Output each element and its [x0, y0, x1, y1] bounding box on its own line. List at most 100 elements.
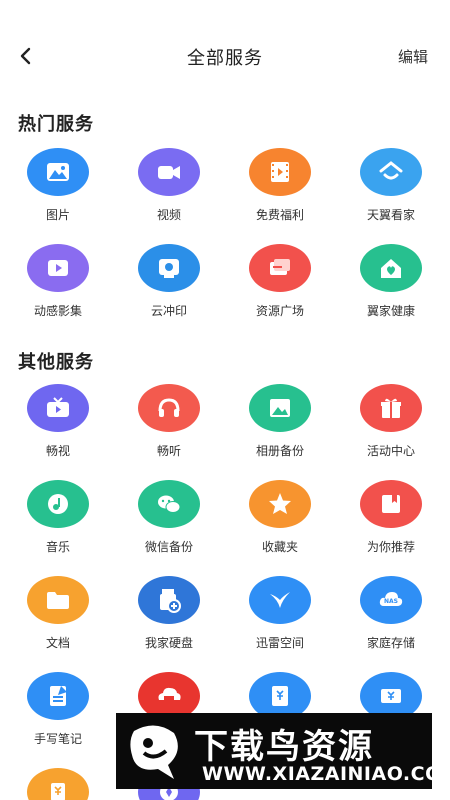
service-label: 文档 — [45, 636, 70, 650]
film-icon — [271, 162, 289, 182]
print-icon — [159, 259, 179, 278]
service-label: 相册备份 — [255, 444, 304, 458]
tv-icon — [47, 397, 69, 417]
service-label: 图片 — [45, 208, 70, 222]
service-icon-circle — [27, 384, 89, 432]
service-label: 音乐 — [45, 540, 70, 554]
service-icon-circle — [138, 576, 200, 624]
service-icon-circle — [249, 384, 311, 432]
service-item-home-camera-icon[interactable]: 天翼看家 — [335, 148, 447, 223]
service-icon-circle — [138, 148, 200, 196]
service-label: 活动中心 — [366, 444, 415, 458]
note-icon — [50, 686, 67, 706]
banner-url: WWW.XIAZAINIAO.COM — [202, 763, 450, 785]
service-item-film-icon[interactable]: 免费福利 — [224, 148, 336, 223]
service-icon-circle — [27, 148, 89, 196]
service-item-image-icon[interactable]: 图片 — [2, 148, 114, 223]
service-item-usb-drive-icon[interactable]: 我家硬盘 — [113, 576, 225, 651]
service-icon-circle — [27, 768, 89, 800]
service-item-nas-icon[interactable]: NAS 家庭存储 — [335, 576, 447, 651]
music-icon — [48, 494, 68, 514]
service-label: 迅雷空间 — [255, 636, 304, 650]
service-label: 手写笔记 — [33, 732, 82, 746]
service-item-headphones-icon[interactable]: 畅听 — [113, 384, 225, 459]
service-item-video-icon[interactable]: 视频 — [113, 148, 225, 223]
service-item-health-home-icon[interactable]: 翼家健康 — [335, 244, 447, 319]
service-label: 免费福利 — [255, 208, 304, 222]
service-item-tv-icon[interactable]: 畅视 — [2, 384, 114, 459]
service-item-photo-backup-icon[interactable]: 相册备份 — [224, 384, 336, 459]
wechat-icon — [158, 495, 181, 513]
service-icon-circle — [27, 244, 89, 292]
thunder-bird-icon — [270, 592, 290, 608]
service-item-gift-icon[interactable]: 活动中心 — [335, 384, 447, 459]
usb-drive-icon — [160, 589, 181, 613]
service-item-thunder-bird-icon[interactable]: 迅雷空间 — [224, 576, 336, 651]
service-item-album-video-icon[interactable]: 动感影集 — [2, 244, 114, 319]
service-item-coin-icon[interactable] — [2, 768, 114, 800]
service-label: 家庭存储 — [366, 636, 415, 650]
service-icon-circle — [360, 244, 422, 292]
service-label: 视频 — [156, 208, 181, 222]
ticket-icon — [381, 689, 401, 703]
service-label: 为你推荐 — [366, 540, 415, 554]
resource-icon — [270, 259, 290, 275]
service-label: 畅听 — [156, 444, 181, 458]
service-label: 微信备份 — [144, 540, 193, 554]
nas-icon: NAS — [379, 592, 403, 606]
image-icon — [47, 163, 69, 181]
service-icon-circle — [138, 480, 200, 528]
health-home-icon — [381, 259, 401, 278]
home-camera-icon — [379, 161, 403, 180]
coin-icon — [51, 783, 65, 800]
service-icon-circle — [249, 244, 311, 292]
service-icon-circle — [360, 480, 422, 528]
service-item-folder-icon[interactable]: 文档 — [2, 576, 114, 651]
video-icon — [158, 166, 180, 179]
page-title: 全部服务 — [187, 48, 263, 69]
service-label: 收藏夹 — [261, 540, 298, 554]
section-title-other: 其他服务 — [18, 352, 94, 373]
service-item-star-icon[interactable]: 收藏夹 — [224, 480, 336, 555]
service-icon-circle — [27, 672, 89, 720]
cloud-printer-icon — [158, 687, 181, 702]
service-label: 云冲印 — [150, 304, 187, 318]
service-item-recommend-icon[interactable]: 为你推荐 — [335, 480, 447, 555]
service-icon-circle — [360, 384, 422, 432]
watermark-banner: 下载鸟资源 WWW.XIAZAINIAO.COM — [116, 713, 450, 789]
service-icon-circle — [249, 148, 311, 196]
service-item-wechat-icon[interactable]: 微信备份 — [113, 480, 225, 555]
service-icon-circle: NAS — [360, 576, 422, 624]
bill-icon — [272, 686, 288, 706]
service-item-print-icon[interactable]: 云冲印 — [113, 244, 225, 319]
service-label: 天翼看家 — [366, 208, 415, 222]
edit-button[interactable]: 编辑 — [398, 46, 428, 67]
gift-icon — [381, 398, 401, 418]
service-icon-circle — [27, 576, 89, 624]
service-icon-circle — [360, 148, 422, 196]
album-video-icon — [48, 260, 68, 276]
recommend-icon — [382, 495, 400, 513]
service-label: 翼家健康 — [366, 304, 415, 318]
bird-logo-icon — [130, 725, 178, 779]
folder-icon — [47, 592, 69, 609]
service-icon-circle — [27, 480, 89, 528]
service-icon-circle — [249, 480, 311, 528]
banner-title: 下载鸟资源 — [194, 727, 374, 767]
top-bar: 全部服务 编辑 — [0, 0, 450, 112]
photo-backup-icon — [270, 399, 290, 417]
service-label: 资源广场 — [255, 304, 304, 318]
service-icon-circle — [249, 576, 311, 624]
service-icon-circle — [138, 244, 200, 292]
section-title-hot: 热门服务 — [18, 114, 94, 135]
service-item-music-icon[interactable]: 音乐 — [2, 480, 114, 555]
service-item-resource-icon[interactable]: 资源广场 — [224, 244, 336, 319]
svg-text:NAS: NAS — [384, 598, 398, 605]
star-icon — [269, 493, 291, 514]
service-label: 我家硬盘 — [144, 636, 193, 650]
headphones-icon — [158, 398, 180, 417]
service-label: 动感影集 — [33, 304, 82, 318]
service-item-note-icon[interactable]: 手写笔记 — [2, 672, 114, 747]
service-icon-circle — [138, 384, 200, 432]
service-label: 畅视 — [45, 444, 70, 458]
